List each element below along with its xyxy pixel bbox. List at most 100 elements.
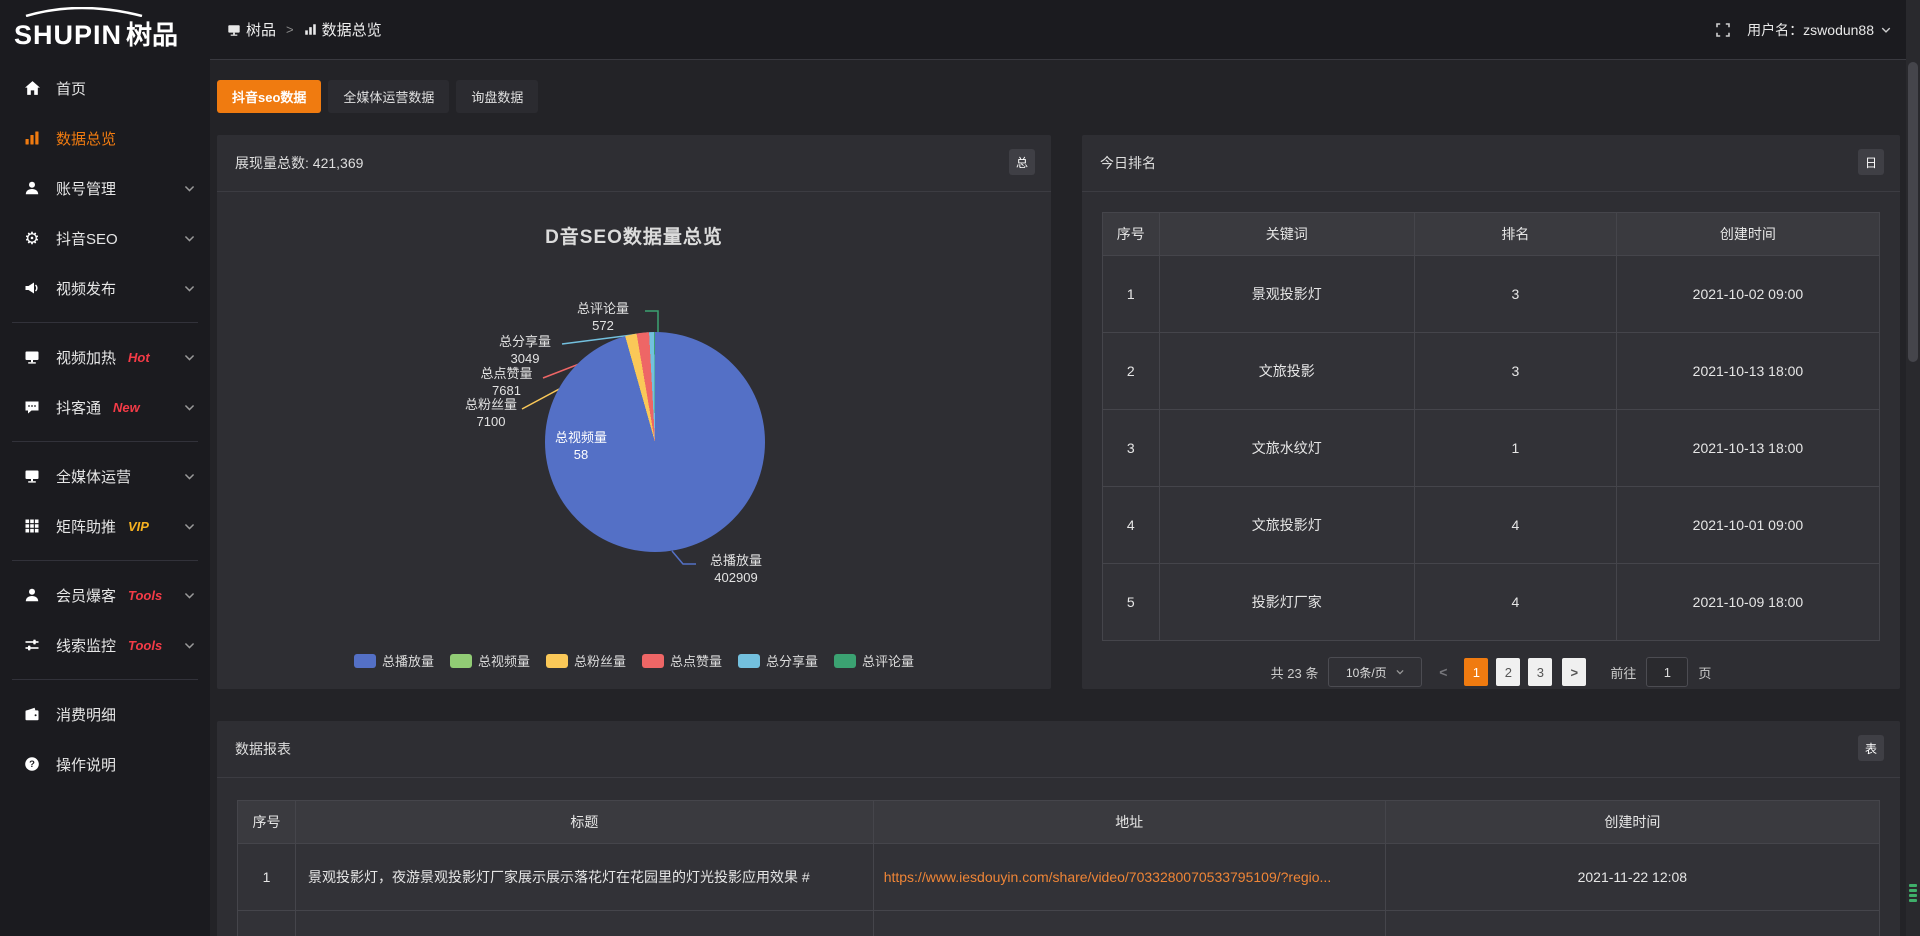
sidebar-item-label: 线索监控 [56,635,116,656]
sidebar-item-线索监控[interactable]: 线索监控Tools [0,620,210,670]
bar-chart-icon [304,23,317,36]
goto-label: 前往 [1610,663,1636,682]
pie-label-fans: 总粉丝量7100 [457,396,525,430]
logo-arc [20,7,148,17]
legend-item-总粉丝量[interactable]: 总粉丝量 [546,651,626,670]
sidebar-item-会员爆客[interactable]: 会员爆客Tools [0,570,210,620]
ranking-table-wrap: 序号关键词排名创建时间 1景观投影灯32021-10-02 09:002文旅投影… [1082,192,1900,641]
sidebar-item-消费明细[interactable]: 消费明细 [0,689,210,739]
breadcrumb-separator: > [286,22,294,37]
user-icon [22,178,42,198]
monitor-icon [22,347,42,367]
ranking-column-header: 排名 [1414,213,1616,256]
day-toggle-button[interactable]: 日 [1858,149,1884,175]
table-toggle-button[interactable]: 表 [1858,735,1884,761]
sidebar-item-badge: New [113,400,140,415]
cell-rank: 4 [1414,487,1616,564]
table-row: 3文旅水纹灯12021-10-13 18:00 [1103,410,1880,487]
page-size-select[interactable]: 10条/页 [1328,657,1422,687]
sidebar-item-操作说明[interactable]: ?操作说明 [0,739,210,789]
sidebar-item-badge: Tools [128,588,162,603]
report-column-header: 地址 [873,801,1385,844]
legend-item-总评论量[interactable]: 总评论量 [834,651,914,670]
overview-panel-header: 展现量总数: 421,369 [217,135,1051,192]
page-button-3[interactable]: 3 [1528,658,1552,686]
sidebar-divider [12,679,198,680]
overview-panel: 展现量总数: 421,369 总 D音SEO数据量总览 总评论量572 [217,135,1051,689]
sidebar-item-抖客通[interactable]: 抖客通 New [0,382,210,432]
legend-swatch [642,654,664,668]
scrollbar-thumb[interactable] [1908,62,1918,362]
scrollbar[interactable] [1906,0,1920,936]
pagination: 共 23 条 10条/页 < 123 > 前往 页 [1082,657,1900,687]
svg-text:?: ? [29,759,35,770]
cell-created: 2021-10-01 09:00 [1616,487,1879,564]
total-toggle-button[interactable]: 总 [1009,149,1035,175]
cell-no: 3 [1103,410,1160,487]
fullscreen-icon[interactable] [1715,22,1731,38]
logo-text-cn: 树品 [126,20,178,50]
sidebar-item-首页[interactable]: 首页 [0,63,210,113]
cell-rank: 4 [1414,564,1616,641]
chevron-down-icon [1395,667,1405,677]
breadcrumb-current[interactable]: 数据总览 [322,19,382,40]
cell-url: https://www.iesdouyin.com/share/video/70… [873,844,1385,911]
video-link[interactable]: https://www.iesdouyin.com/share/video/70… [884,869,1332,885]
legend-label: 总粉丝量 [574,651,626,670]
pagination-total: 共 23 条 [1271,663,1319,682]
user-menu[interactable]: 用户名：zswodun88 [1747,20,1892,40]
page-button-2[interactable]: 2 [1496,658,1520,686]
legend-item-总点赞量[interactable]: 总点赞量 [642,651,722,670]
tab-询盘数据[interactable]: 询盘数据 [456,80,538,113]
breadcrumb-root[interactable]: 树品 [246,19,276,40]
sidebar-divider [12,322,198,323]
sidebar-item-视频发布[interactable]: 视频发布 [0,263,210,313]
sidebar-item-label: 抖客通 [56,397,101,418]
report-table: 序号标题地址创建时间 1景观投影灯，夜游景观投影灯厂家展示展示落花灯在花园里的灯… [237,800,1880,936]
sidebar-item-label: 视频加热 [56,347,116,368]
sidebar-item-label: 矩阵助推 [56,516,116,537]
legend-item-总视频量[interactable]: 总视频量 [450,651,530,670]
legend-item-总播放量[interactable]: 总播放量 [354,651,434,670]
legend-item-总分享量[interactable]: 总分享量 [738,651,818,670]
legend-label: 总评论量 [862,651,914,670]
tab-抖音seo数据[interactable]: 抖音seo数据 [217,80,321,113]
sidebar-nav: 首页数据总览账号管理⚙抖音SEO视频发布视频加热Hot 抖客通 New 全媒体运营矩阵… [0,59,210,789]
app-logo[interactable]: SHUPIN树品 [0,0,210,59]
table-row: 2文旅投影32021-10-13 18:00 [1103,333,1880,410]
sidebar-item-数据总览[interactable]: 数据总览 [0,113,210,163]
user-icon [22,585,42,605]
sidebar-item-账号管理[interactable]: 账号管理 [0,163,210,213]
prev-page-button[interactable]: < [1432,658,1454,686]
page-buttons: 123 [1464,658,1552,686]
cell-created: 2021-10-13 18:00 [1616,333,1879,410]
page-button-1[interactable]: 1 [1464,658,1488,686]
cell-created: 2021-10-02 09:00 [1616,256,1879,333]
user-name-label: 用户名：zswodun88 [1747,20,1874,40]
next-page-button[interactable]: > [1562,658,1586,686]
sidebar-item-label: 消费明细 [56,704,116,725]
chevron-down-icon [183,639,196,652]
sidebar-item-label: 全媒体运营 [56,466,131,487]
pie-label-comments: 总评论量572 [563,300,643,334]
chevron-down-icon [183,520,196,533]
report-title: 数据报表 [235,739,291,759]
goto-page-input[interactable] [1646,657,1688,687]
report-column-header: 序号 [238,801,296,844]
cell-title: 景观投影灯，夜游景观投影灯厂家展示展示落花灯在花园里的灯光投影应用效果 # [296,844,874,911]
user-zone: 用户名：zswodun88 [1715,20,1892,40]
pie-chart-area: D音SEO数据量总览 总评论量572 总分享量3049 [217,192,1051,690]
report-column-header: 创建时间 [1385,801,1879,844]
legend-swatch [354,654,376,668]
sidebar-item-矩阵助推[interactable]: 矩阵助推 VIP [0,501,210,551]
sliders-icon [22,635,42,655]
sidebar-item-抖音SEO[interactable]: ⚙抖音SEO [0,213,210,263]
cell-keyword: 文旅投影 [1159,333,1414,410]
topbar: 树品 > 数据总览 用户名：zswodun88 [210,0,1920,60]
megaphone-icon [22,278,42,298]
sidebar-item-全媒体运营[interactable]: 全媒体运营 [0,451,210,501]
cell-no: 1 [1103,256,1160,333]
tab-全媒体运营数据[interactable]: 全媒体运营数据 [328,80,449,113]
sidebar-item-视频加热[interactable]: 视频加热Hot [0,332,210,382]
sidebar-item-badge: VIP [128,519,149,534]
